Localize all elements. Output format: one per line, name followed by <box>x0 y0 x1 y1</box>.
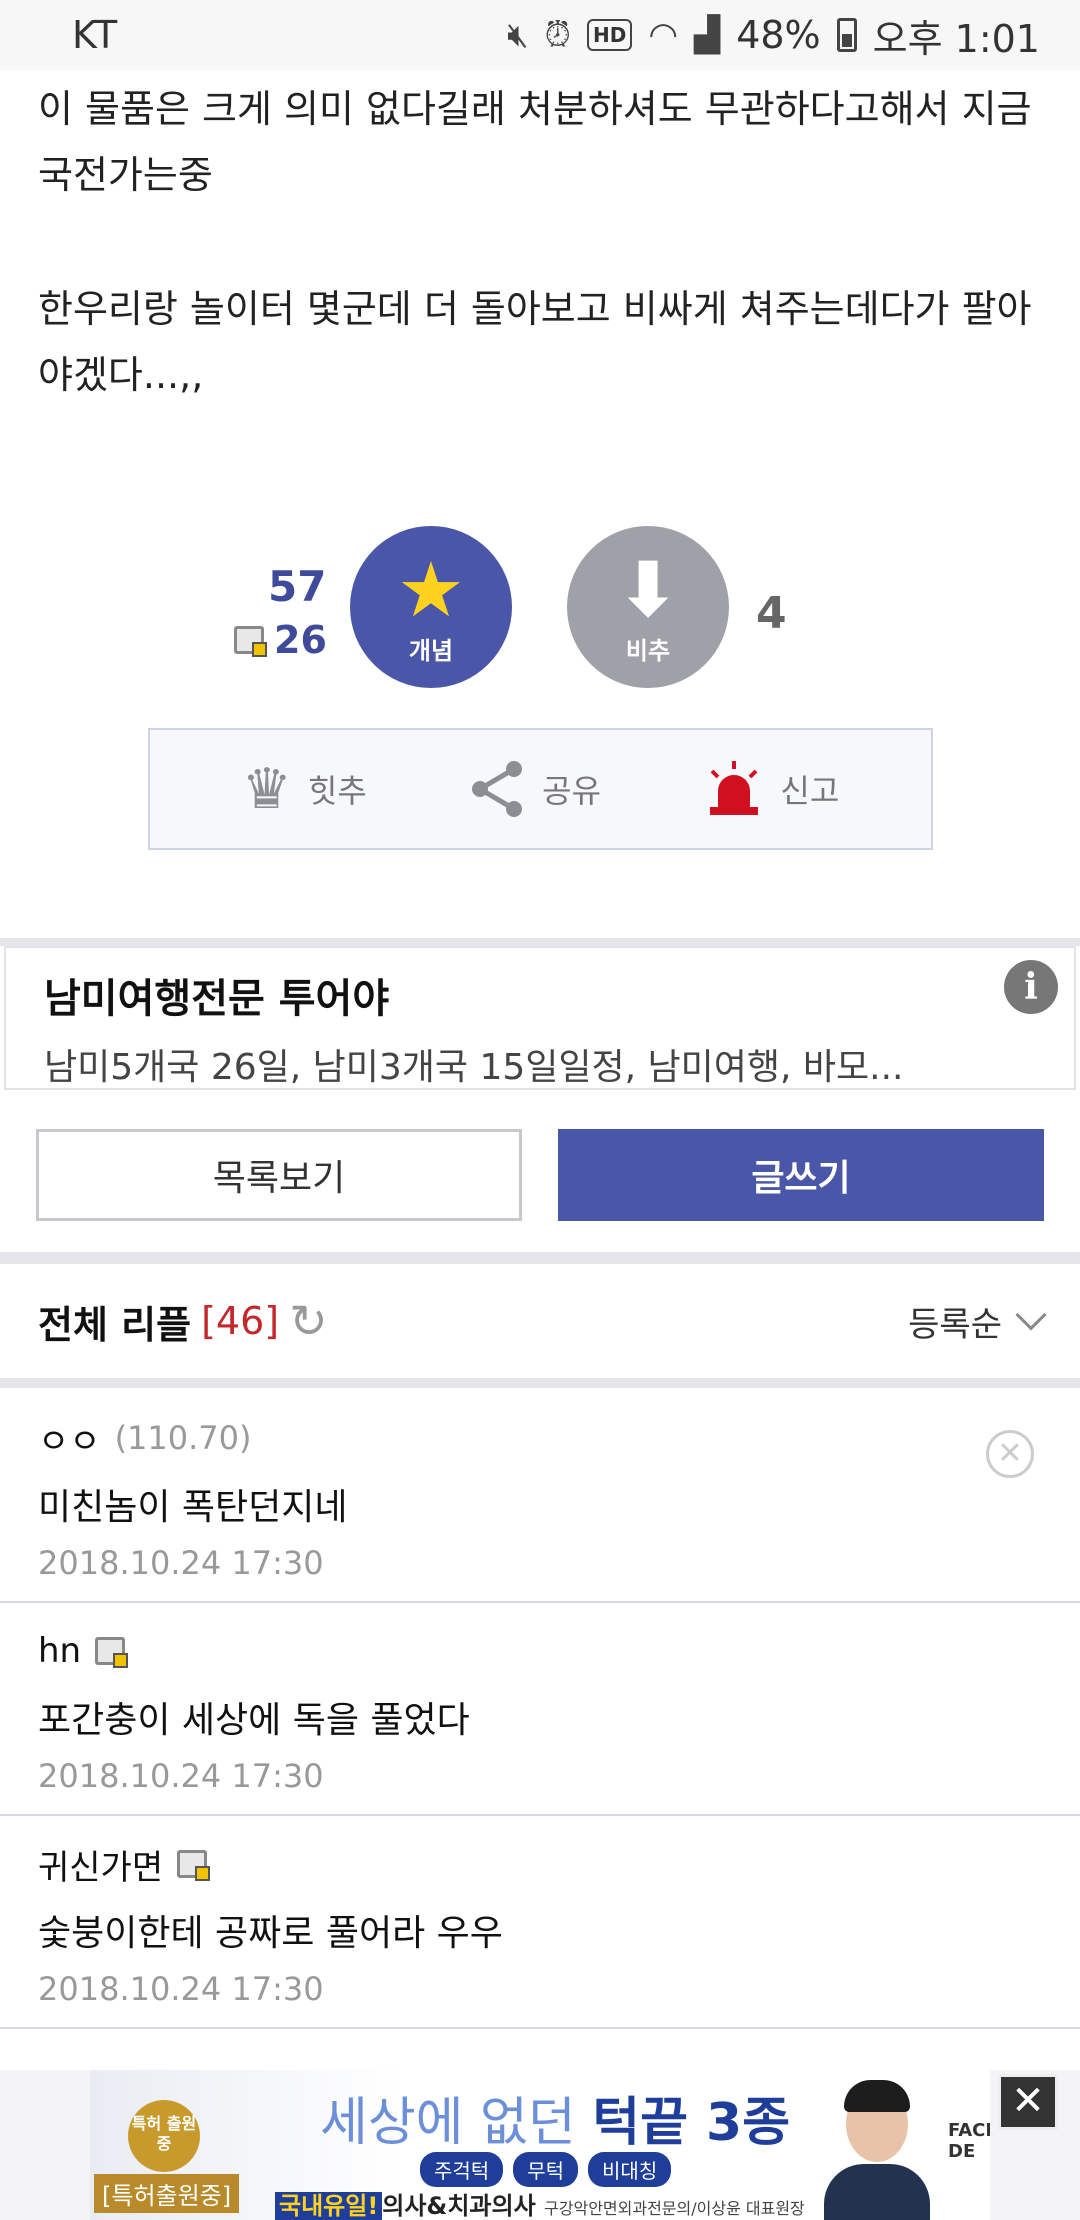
comment-item: ㅇㅇ (110.70) 미친놈이 폭탄던지네 2018.10.24 17:30 … <box>0 1390 1080 1603</box>
downvote-button[interactable]: ⬇ 비추 <box>567 526 729 688</box>
comment-author[interactable]: ㅇㅇ (110.70) <box>38 1414 1042 1462</box>
comments-title: 전체 리플 [46] ↻ <box>38 1294 328 1349</box>
hit-recommend-button[interactable]: ♛ 힛추 <box>242 757 367 822</box>
fixed-user-count-value: 26 <box>274 618 327 662</box>
sponsored-ad[interactable]: 남미여행전문 투어야 남미5개국 26일, 남미3개국 15일일정, 남미여행,… <box>4 946 1076 1090</box>
report-label: 신고 <box>780 772 840 810</box>
bottom-ad-footer-highlight: 국내유일! <box>275 2192 383 2220</box>
star-icon: ★ <box>396 544 466 634</box>
bottom-ad-headline: 세상에 없던 턱끝 3종 <box>320 2080 790 2155</box>
chevron-down-icon <box>1015 1299 1047 1331</box>
share-label: 공유 <box>542 772 602 810</box>
signal-icon: ▟ <box>694 15 721 55</box>
bottom-ad-footer: 국내유일! 의사&치과의사 구강악안면외과전문의/이상윤 대표원장 <box>275 2186 805 2220</box>
ad-title: 남미여행전문 투어야 <box>44 976 390 1022</box>
share-button[interactable]: 공유 <box>470 759 601 819</box>
status-icons: 🔇︎ ⏰︎ HD ◠ ▟ 48% 오후 1:01 <box>507 8 1040 63</box>
clock: 오후 1:01 <box>872 16 1040 61</box>
divider <box>0 1378 1080 1388</box>
status-bar: KT 🔇︎ ⏰︎ HD ◠ ▟ 48% 오후 1:01 <box>0 0 1080 70</box>
carrier-label: KT <box>72 13 118 57</box>
comment-author-ip: (110.70) <box>114 1419 252 1457</box>
comments-count: [46] <box>201 1299 280 1343</box>
mute-icon: 🔇︎ <box>507 15 529 55</box>
bottom-ad-tags: 주걱턱 무턱 비대칭 <box>420 2152 672 2187</box>
comment-text: 미친놈이 폭탄던지네 <box>38 1487 348 1528</box>
comment-author-name: hn <box>38 1631 82 1671</box>
post-actions: ♛ 힛추 공유 신고 <box>148 728 933 850</box>
bottom-banner-ad[interactable]: 특허 출원중 [특허출원중] 세상에 없던 턱끝 3종 주걱턱 무턱 비대칭 국… <box>0 2070 1080 2220</box>
comment-text: 포간충이 세상에 독을 풀었다 <box>38 1700 470 1741</box>
article-paragraph: 이 물품은 크게 의미 없다길래 처분하셔도 무관하다고해서 지금 국전가는중 <box>38 87 1032 197</box>
fixed-user-icon <box>234 626 267 657</box>
article-body: 이 물품은 크게 의미 없다길래 처분하셔도 무관하다고해서 지금 국전가는중 … <box>38 76 1048 476</box>
alarm-icon: ⏰︎ <box>544 15 572 55</box>
vote-area: 57 26 ★ 개념 ⬇ 비추 4 <box>0 520 1080 690</box>
hd-icon: HD <box>587 19 633 51</box>
downvote-count: 4 <box>756 588 787 639</box>
comment-author[interactable]: hn <box>38 1627 1042 1675</box>
comment-author-name: 귀신가면 <box>38 1847 164 1888</box>
comment-item: hn 포간충이 세상에 독을 풀었다 2018.10.24 17:30 <box>0 1603 1080 1816</box>
comment-date: 2018.10.24 17:30 <box>38 1757 324 1795</box>
comment-item: 귀신가면 숯붕이한테 공짜로 풀어라 우우 2018.10.24 17:30 <box>0 1816 1080 2029</box>
patent-badge-label: [특허출원중] <box>94 2174 240 2213</box>
patent-badge-icon: 특허 출원중 <box>128 2100 200 2172</box>
siren-icon <box>710 761 759 815</box>
delete-comment-icon[interactable]: ✕ <box>986 1430 1034 1478</box>
comment-text: 숯붕이한테 공짜로 풀어라 우우 <box>38 1913 503 1954</box>
hit-recommend-label: 힛추 <box>307 772 367 810</box>
comments-title-label: 전체 리플 <box>38 1302 192 1347</box>
comment-date: 2018.10.24 17:30 <box>38 1970 324 2008</box>
bottom-ad-headline-light: 세상에 없던 <box>320 2093 593 2153</box>
comment-list: ㅇㅇ (110.70) 미친놈이 폭탄던지네 2018.10.24 17:30 … <box>0 1390 1080 2129</box>
share-icon <box>472 761 523 817</box>
info-icon[interactable]: i <box>1004 960 1058 1014</box>
comments-header: 전체 리플 [46] ↻ 등록순 <box>0 1264 1080 1378</box>
upvote-button[interactable]: ★ 개념 <box>350 526 512 688</box>
bottom-ad-tag: 주걱턱 <box>420 2152 504 2187</box>
crown-icon: ♛ <box>241 756 292 822</box>
fixed-user-upvote-count: 26 <box>234 618 327 662</box>
bottom-ad-tag: 무턱 <box>513 2152 579 2187</box>
sort-label: 등록순 <box>908 1304 1002 1345</box>
battery-icon <box>836 18 857 52</box>
refresh-icon[interactable]: ↻ <box>289 1294 328 1348</box>
comment-author-name: ㅇㅇ <box>38 1421 101 1462</box>
list-view-button[interactable]: 목록보기 <box>36 1129 522 1221</box>
close-ad-button[interactable]: ✕ <box>998 2074 1058 2130</box>
comment-author[interactable]: 귀신가면 <box>38 1840 1042 1888</box>
fixed-user-icon <box>95 1637 129 1668</box>
divider <box>0 1252 1080 1264</box>
sort-dropdown[interactable]: 등록순 <box>908 1297 1047 1346</box>
wifi-icon: ◠ <box>648 15 679 55</box>
fixed-user-icon <box>177 1850 211 1881</box>
battery-percent: 48% <box>736 13 821 57</box>
upvote-label: 개념 <box>408 636 454 665</box>
doctor-photo <box>820 2078 932 2220</box>
bottom-ad-footer-text: 의사&치과의사 <box>382 2192 536 2220</box>
clinic-logo: FACE DE <box>948 2120 990 2162</box>
article-paragraph: 한우리랑 놀이터 몇군데 더 돌아보고 비싸게 쳐주는데다가 팔아야겠다...,… <box>38 287 1032 397</box>
bottom-ad-footer-small: 구강악안면외과전문의/이상윤 대표원장 <box>544 2199 805 2218</box>
upvote-count: 57 <box>268 562 327 611</box>
bottom-ad-tag: 비대칭 <box>588 2152 672 2187</box>
divider <box>0 938 1080 946</box>
bottom-ad-content[interactable]: 특허 출원중 [특허출원중] 세상에 없던 턱끝 3종 주걱턱 무턱 비대칭 국… <box>90 2070 990 2220</box>
write-post-button[interactable]: 글쓰기 <box>558 1129 1044 1221</box>
comment-date: 2018.10.24 17:30 <box>38 1544 324 1582</box>
ad-description: 남미5개국 26일, 남미3개국 15일일정, 남미여행, 바모... <box>44 1047 904 1088</box>
down-arrow-icon: ⬇ <box>616 544 680 634</box>
report-button[interactable]: 신고 <box>704 759 839 819</box>
bottom-ad-headline-bold: 턱끝 3종 <box>592 2093 791 2153</box>
downvote-label: 비추 <box>625 636 671 665</box>
